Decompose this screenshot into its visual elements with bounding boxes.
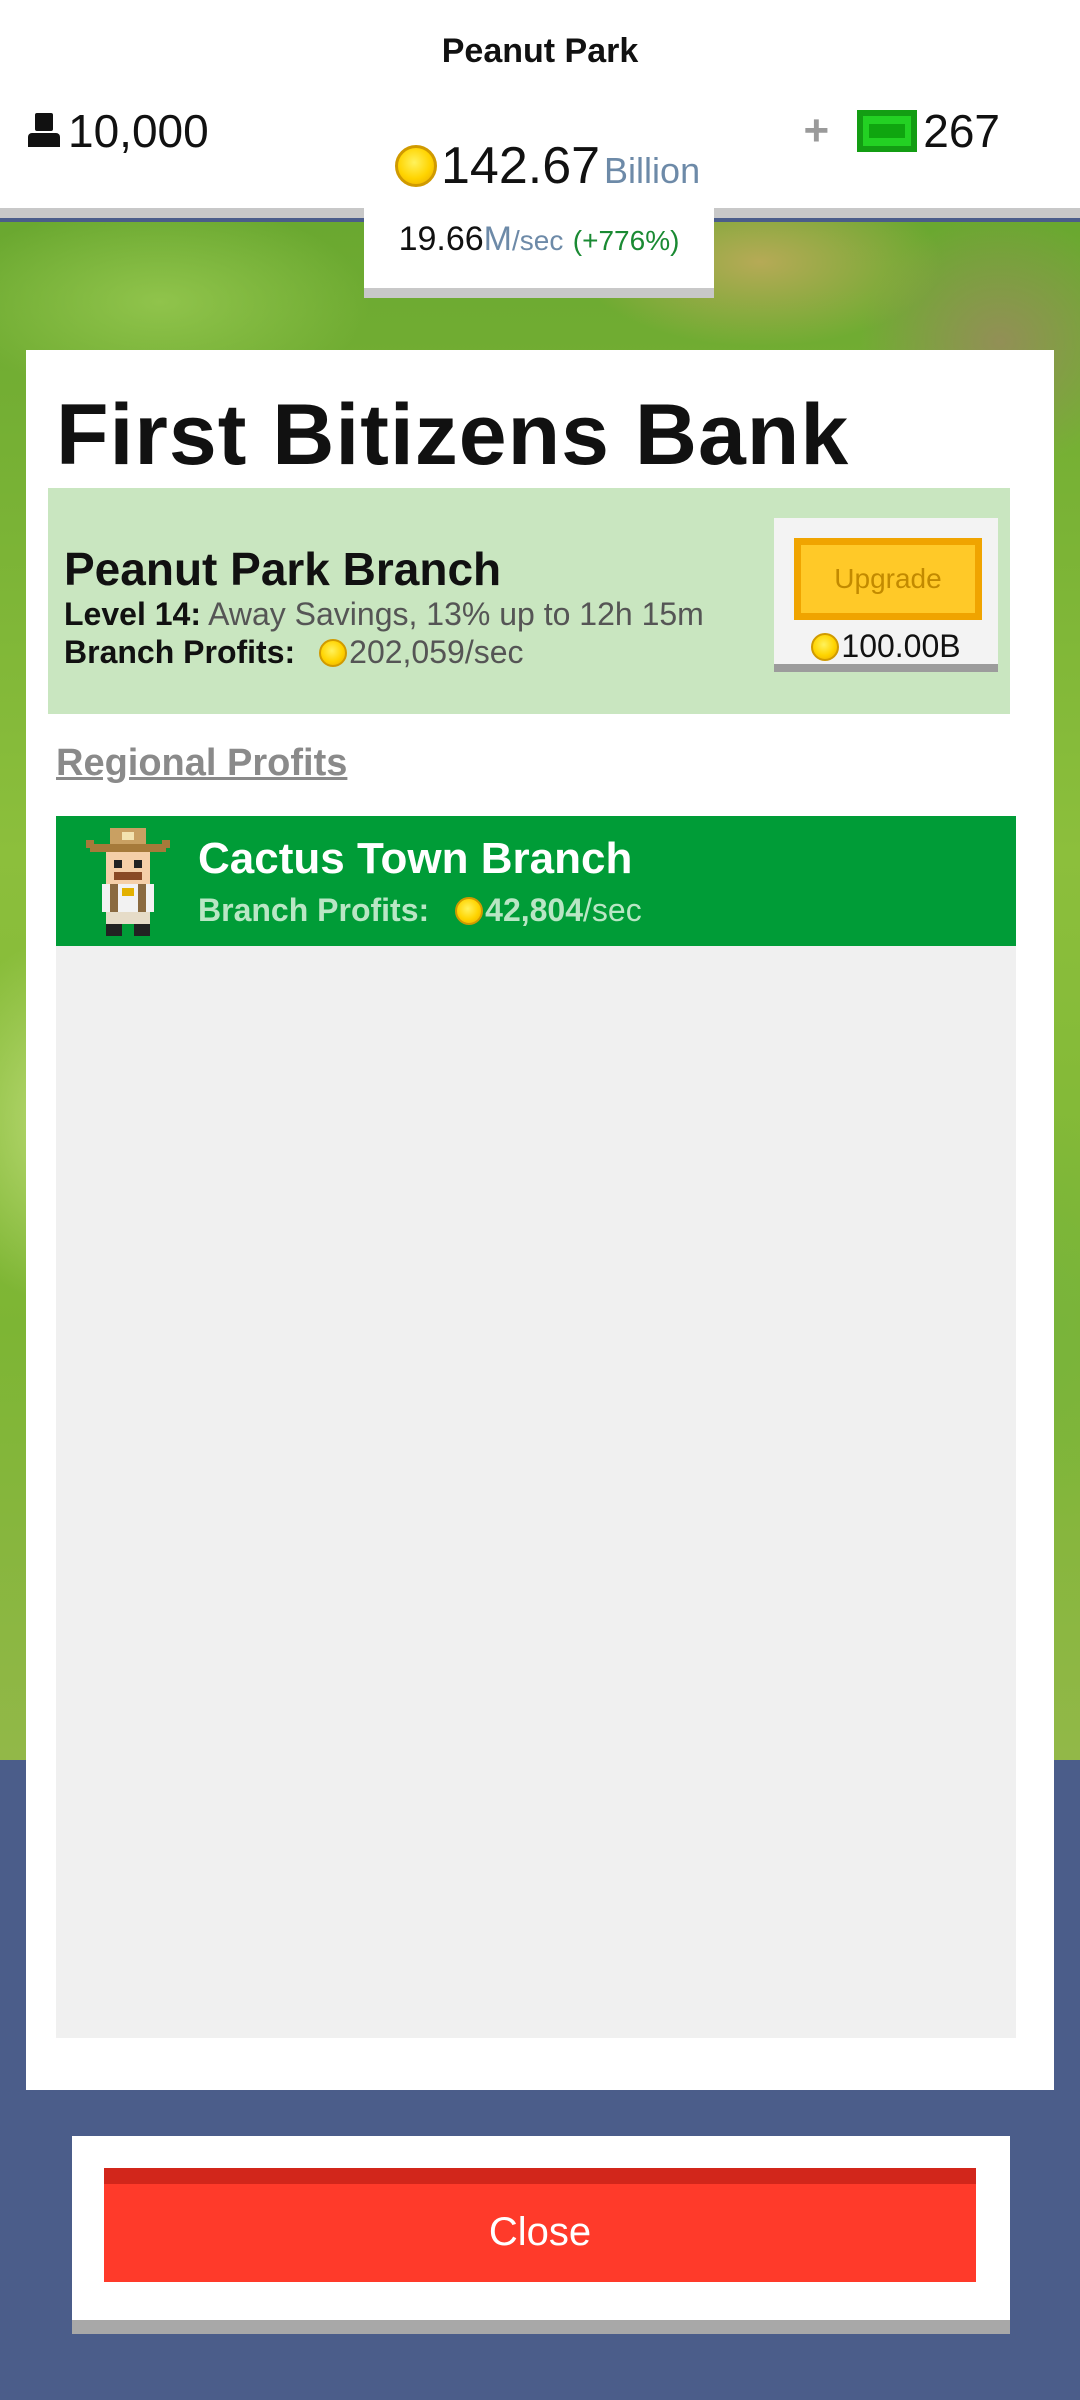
town-name: Peanut Park [441,32,639,70]
upgrade-cost: 100.00B [774,628,998,665]
upgrade-cost-value: 100.00B [841,628,961,664]
green-gem-icon [857,110,918,152]
branch-name: Peanut Park Branch [64,543,502,595]
money-unit: Billion [604,150,701,191]
rate-value: 19.66 [398,220,484,258]
regional-profit-label: Branch Profits: [198,892,430,928]
profit-value: 202,059/sec [349,634,524,670]
income-rate: 19.66M/sec (+776%) [364,220,714,259]
level-label: Level 14: [64,596,201,632]
money-value: 142.67 [441,137,601,195]
bank-panel: First Bitizens Bank Peanut Park Branch L… [26,350,1054,2090]
regional-list: Cactus Town Branch Branch Profits: 42,80… [56,816,1016,2038]
gold-coin-icon [319,638,348,667]
page-title: First Bitizens Bank [56,387,850,483]
regional-profit-value: 42,804 [485,892,584,928]
profit-label: Branch Profits: [64,634,296,670]
regional-branch-profit: Branch Profits: 42,804/sec [198,892,642,929]
upgrade-button[interactable]: Upgrade [794,538,982,620]
rate-unit: /sec [511,225,564,256]
gems-value: 267 [923,105,1000,157]
gold-coin-icon [811,632,840,661]
regional-profits-link[interactable]: Regional Profits [56,742,347,785]
regional-profit-unit: /sec [583,892,642,928]
gold-coin-icon [455,896,484,925]
level-description: Away Savings, 13% up to 12h 15m [208,596,704,632]
upgrade-card: Upgrade 100.00B [774,518,998,672]
regional-branch-name: Cactus Town Branch [198,834,633,883]
rate-change: (+776%) [572,225,680,256]
sheriff-avatar-icon [86,828,170,936]
current-branch-card: Peanut Park Branch Level 14: Away Saving… [48,488,1010,714]
rate-unit-m: M [483,220,512,258]
list-item[interactable]: Cactus Town Branch Branch Profits: 42,80… [56,816,1016,946]
add-gems-icon[interactable]: + [804,106,830,156]
close-bar: Close [72,2136,1010,2334]
close-button[interactable]: Close [104,2168,976,2282]
gems-counter[interactable]: + 267 [804,104,1000,158]
population-value: 10,000 [68,105,209,157]
branch-level: Level 14: Away Savings, 13% up to 12h 15… [64,596,704,633]
gold-coin-icon [395,145,437,187]
money-display: 142.67 Billion [395,136,700,196]
population-counter[interactable]: 10,000 [26,104,209,158]
person-icon [26,113,62,149]
branch-profit: Branch Profits: 202,059/sec [64,634,524,671]
